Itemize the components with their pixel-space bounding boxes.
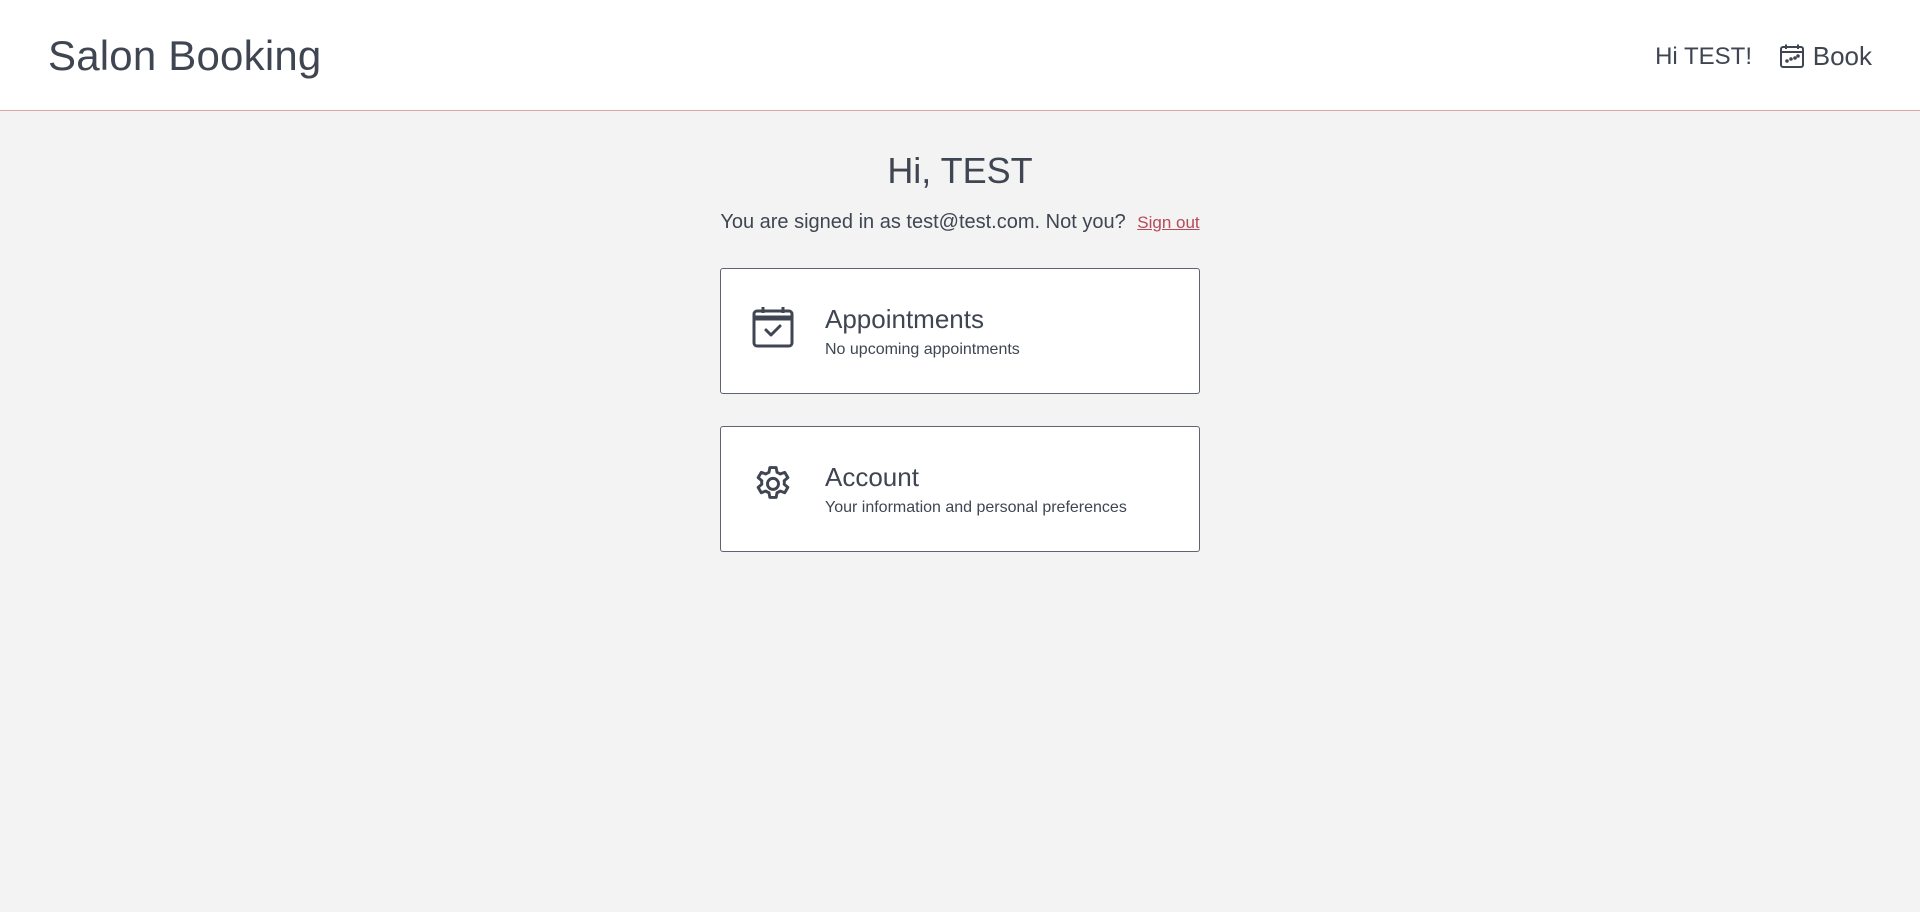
calendar-check-icon bbox=[751, 305, 795, 349]
calendar-icon bbox=[1779, 43, 1805, 69]
top-header: Salon Booking Hi TEST! Book bbox=[0, 0, 1920, 111]
account-card[interactable]: Account Your information and personal pr… bbox=[720, 426, 1200, 552]
book-label: Book bbox=[1812, 41, 1872, 71]
gear-icon bbox=[751, 463, 795, 507]
main-content: Hi, TEST You are signed in as test@test.… bbox=[0, 111, 1920, 912]
page-title: Hi, TEST bbox=[887, 150, 1033, 191]
appointments-subtitle: No upcoming appointments bbox=[825, 341, 1020, 358]
signed-in-text: You are signed in as test@test.com. Not … bbox=[720, 211, 1126, 233]
appointments-card[interactable]: Appointments No upcoming appointments bbox=[720, 268, 1200, 394]
sign-out-link[interactable]: Sign out bbox=[1137, 213, 1199, 232]
account-title: Account bbox=[825, 462, 919, 492]
signed-in-line: You are signed in as test@test.com. Not … bbox=[0, 209, 1920, 236]
brand-link[interactable]: Salon Booking bbox=[48, 30, 321, 82]
appointments-title: Appointments bbox=[825, 304, 984, 334]
nav-greeting: Hi TEST! bbox=[1655, 43, 1752, 70]
account-subtitle: Your information and personal preference… bbox=[825, 499, 1127, 516]
book-link[interactable]: Book bbox=[1779, 40, 1872, 72]
